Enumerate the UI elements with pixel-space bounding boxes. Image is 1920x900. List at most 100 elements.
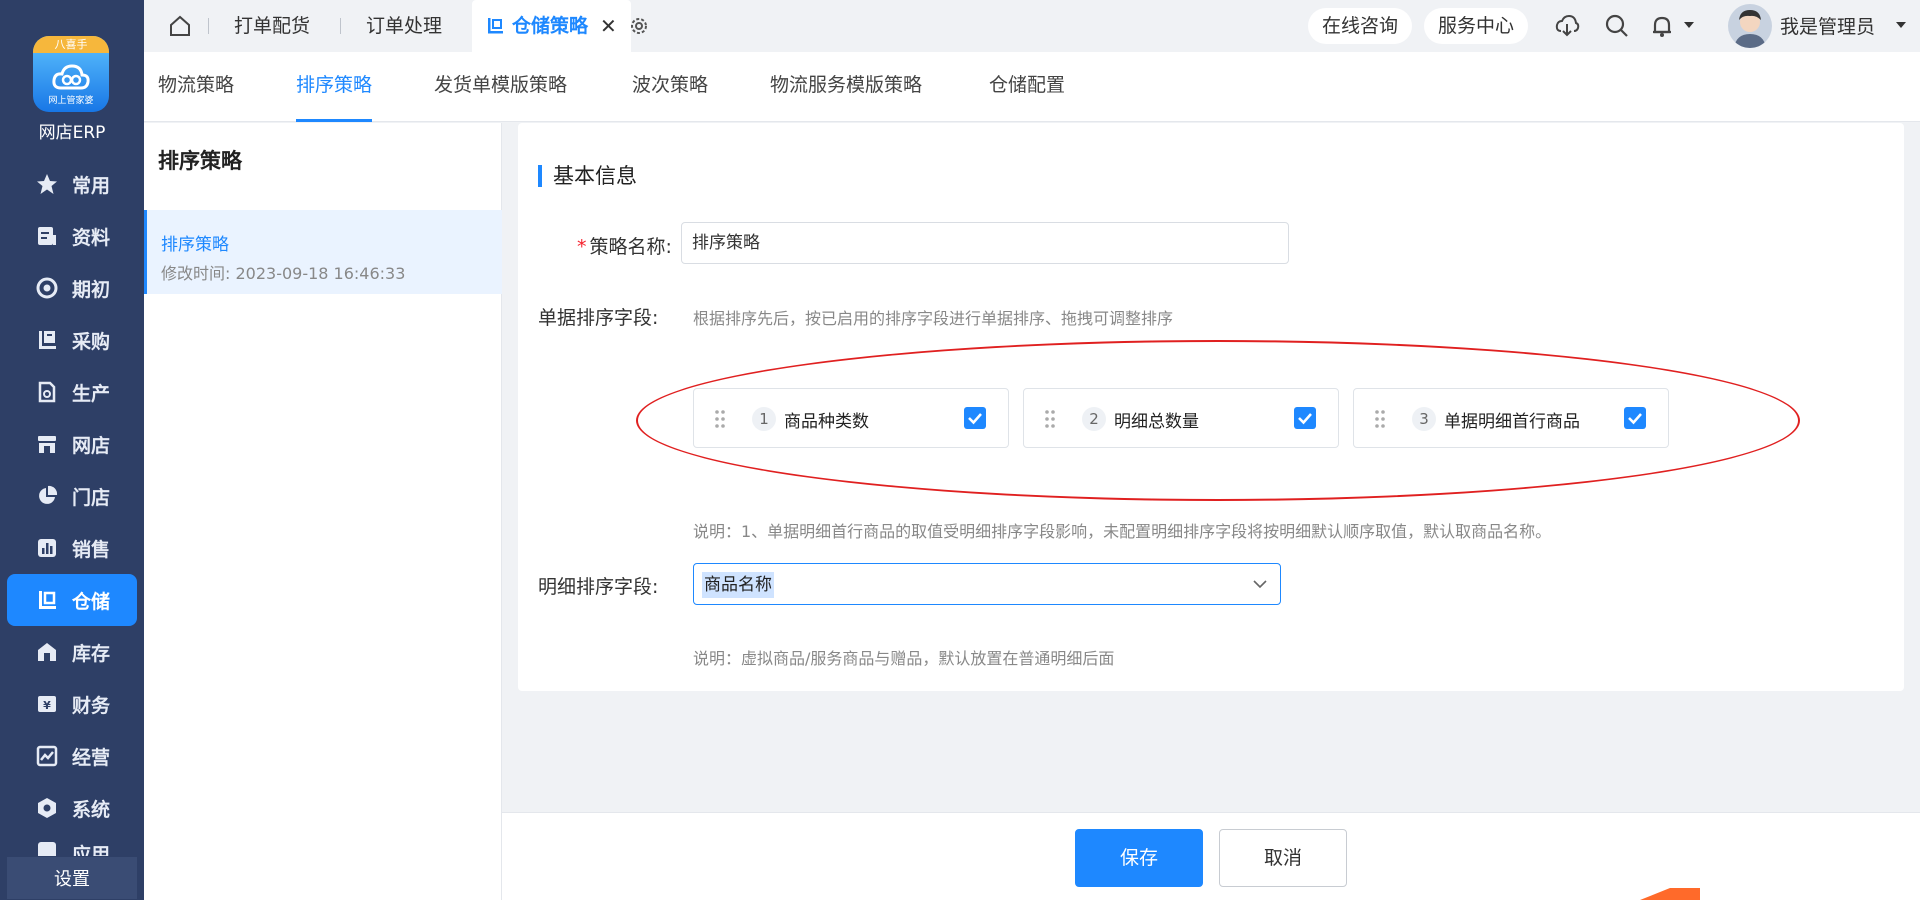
avatar[interactable] bbox=[1728, 4, 1772, 48]
search-icon[interactable] bbox=[1604, 13, 1630, 39]
star-icon bbox=[36, 173, 58, 195]
subtab-sorting-strategy[interactable]: 排序策略 bbox=[296, 52, 373, 122]
subtab-delivery-template-strategy[interactable]: 发货单模版策略 bbox=[434, 52, 567, 122]
chart-icon bbox=[36, 537, 58, 559]
online-consult-button[interactable]: 在线咨询 bbox=[1308, 8, 1413, 44]
nav-item-label: 系统 bbox=[72, 798, 111, 821]
detail-sort-note: 说明：虚拟商品/服务商品与赠品，默认放置在普通明细后面 bbox=[693, 649, 1115, 668]
floating-widget-edge bbox=[1640, 888, 1700, 900]
nav-item-common[interactable]: 常用 bbox=[0, 158, 144, 210]
settings-button[interactable]: 设置 bbox=[7, 857, 137, 899]
document-icon bbox=[36, 225, 58, 247]
nav-item-finance[interactable]: ¥ 财务 bbox=[0, 678, 144, 730]
home-icon[interactable] bbox=[168, 14, 192, 38]
nav-item-production[interactable]: 生产 bbox=[0, 366, 144, 418]
nav-item-label: 采购 bbox=[72, 330, 111, 353]
section-title: 基本信息 bbox=[538, 165, 637, 187]
subtab-logistics-strategy[interactable]: 物流策略 bbox=[158, 52, 234, 122]
nav-item-label: 生产 bbox=[72, 382, 111, 405]
strategy-list-item[interactable]: 排序策略 修改时间: 2023-09-18 16:46:33 bbox=[144, 210, 502, 294]
nav-item-apps[interactable]: 应用 bbox=[0, 834, 144, 856]
brand-subtitle: 网上管家婆 bbox=[48, 96, 94, 106]
brand: 八喜手 网上管家婆 网店ERP bbox=[0, 0, 144, 150]
nav-item-label: 库存 bbox=[72, 642, 111, 665]
basic-info-card: 基本信息 * 策略名称: 排序策略 单据排序字段: 根据排序先后，按已启用的排序字… bbox=[518, 123, 1904, 691]
tab-separator bbox=[208, 18, 209, 34]
nav-item-purchase[interactable]: 采购 bbox=[0, 314, 144, 366]
strategy-name-label: * 策略名称: bbox=[577, 232, 672, 259]
detail-sort-label: 明细排序字段: bbox=[538, 576, 659, 598]
nav-item-label: 常用 bbox=[72, 174, 111, 197]
strategy-subtabs: 物流策略 排序策略 发货单模版策略 波次策略 物流服务模版策略 仓储配置 bbox=[144, 52, 1920, 122]
nav-item-system[interactable]: 系统 bbox=[0, 782, 144, 834]
brand-tag: 八喜手 bbox=[33, 36, 109, 53]
brand-logo[interactable]: 八喜手 网上管家婆 bbox=[33, 36, 109, 112]
strategy-list-panel: 排序策略 排序策略 修改时间: 2023-09-18 16:46:33 bbox=[144, 123, 502, 900]
username[interactable]: 我是管理员 bbox=[1780, 12, 1875, 39]
tab-order-processing[interactable]: 订单处理 bbox=[366, 0, 442, 52]
purchase-icon bbox=[36, 329, 58, 351]
order-sort-label: 单据排序字段: bbox=[538, 307, 659, 329]
user-menu-chevron-icon[interactable] bbox=[1896, 22, 1906, 28]
tab-warehouse-strategy[interactable]: 仓储策略 ✕ bbox=[472, 0, 631, 52]
subtab-warehouse-config[interactable]: 仓储配置 bbox=[989, 52, 1065, 122]
nav-item-label: 期初 bbox=[72, 278, 111, 301]
panel-title: 排序策略 bbox=[158, 149, 242, 173]
house-icon bbox=[36, 641, 58, 663]
chevron-down-icon[interactable] bbox=[1684, 22, 1694, 28]
tab-label: 仓储策略 bbox=[512, 15, 589, 37]
cancel-button[interactable]: 取消 bbox=[1219, 829, 1347, 887]
gear-icon[interactable] bbox=[628, 15, 650, 37]
bell-icon[interactable] bbox=[1649, 13, 1675, 39]
svg-text:¥: ¥ bbox=[43, 699, 51, 712]
nav-item-operations[interactable]: 经营 bbox=[0, 730, 144, 782]
strategy-name-input[interactable]: 排序策略 bbox=[681, 222, 1289, 264]
selected-value: 商品名称 bbox=[702, 572, 774, 598]
nav-item-data[interactable]: 资料 bbox=[0, 210, 144, 262]
required-mark: * bbox=[577, 236, 587, 258]
subtab-wave-strategy[interactable]: 波次策略 bbox=[632, 52, 708, 122]
nav-item-online-shop[interactable]: 网店 bbox=[0, 418, 144, 470]
strategy-modified-time: 修改时间: 2023-09-18 16:46:33 bbox=[161, 264, 406, 283]
tab-pick-and-pack[interactable]: 打单配货 bbox=[234, 0, 310, 52]
app-icon bbox=[36, 840, 58, 856]
target-icon bbox=[36, 277, 58, 299]
nav-item-label: 门店 bbox=[72, 486, 111, 509]
cloud-download-icon[interactable] bbox=[1554, 13, 1580, 39]
nav-item-opening[interactable]: 期初 bbox=[0, 262, 144, 314]
nav-item-warehouse[interactable]: 仓储 bbox=[7, 574, 137, 626]
service-center-button[interactable]: 服务中心 bbox=[1424, 8, 1529, 44]
nav-list: 常用 资料 期初 采购 生产 网店 门店 销售 仓储 库存 ¥ 财务 经营 系统… bbox=[0, 158, 144, 856]
nav-item-label: 财务 bbox=[72, 694, 111, 717]
nav-item-label: 资料 bbox=[72, 226, 111, 249]
form-footer: 保存 取消 bbox=[502, 812, 1920, 900]
label-text: 策略名称: bbox=[589, 236, 672, 258]
close-icon[interactable]: ✕ bbox=[600, 0, 617, 52]
nav-item-store[interactable]: 门店 bbox=[0, 470, 144, 522]
trend-icon bbox=[36, 745, 58, 767]
nav-item-sales[interactable]: 销售 bbox=[0, 522, 144, 574]
strategy-name: 排序策略 bbox=[161, 235, 229, 255]
order-sort-note: 说明：1、单据明细首行商品的取值受明细排序字段影响，未配置明细排序字段将按明细默… bbox=[693, 522, 1552, 541]
nav-item-label: 销售 bbox=[72, 538, 111, 561]
detail-sort-select[interactable]: 商品名称 bbox=[693, 563, 1281, 605]
nav-item-inventory[interactable]: 库存 bbox=[0, 626, 144, 678]
user-avatar-icon bbox=[1734, 10, 1766, 48]
left-navigation: 八喜手 网上管家婆 网店ERP 常用 资料 期初 采购 生产 网店 门店 销售 … bbox=[0, 0, 144, 900]
subtab-logistics-service-template[interactable]: 物流服务模版策略 bbox=[770, 52, 922, 122]
pie-icon bbox=[36, 485, 58, 507]
nav-item-label: 应用 bbox=[72, 844, 111, 856]
red-annotation-ellipse bbox=[636, 340, 1800, 501]
finance-icon: ¥ bbox=[36, 693, 58, 715]
brand-name: 网店ERP bbox=[38, 123, 106, 143]
hexagon-icon bbox=[36, 797, 58, 819]
order-sort-hint: 根据排序先后，按已启用的排序字段进行单据排序、拖拽可调整排序 bbox=[693, 309, 1174, 328]
tab-separator bbox=[340, 18, 341, 34]
top-bar: 打单配货 订单处理 仓储策略 ✕ 在线咨询 服务中心 我是管理员 bbox=[144, 0, 1920, 52]
production-icon bbox=[36, 381, 58, 403]
chevron-down-icon bbox=[1253, 580, 1267, 589]
nav-item-label: 网店 bbox=[72, 434, 111, 457]
save-button[interactable]: 保存 bbox=[1075, 829, 1203, 887]
app-window: 八喜手 网上管家婆 网店ERP 常用 资料 期初 采购 生产 网店 门店 销售 … bbox=[0, 0, 1920, 900]
nav-item-label: 经营 bbox=[72, 746, 111, 769]
